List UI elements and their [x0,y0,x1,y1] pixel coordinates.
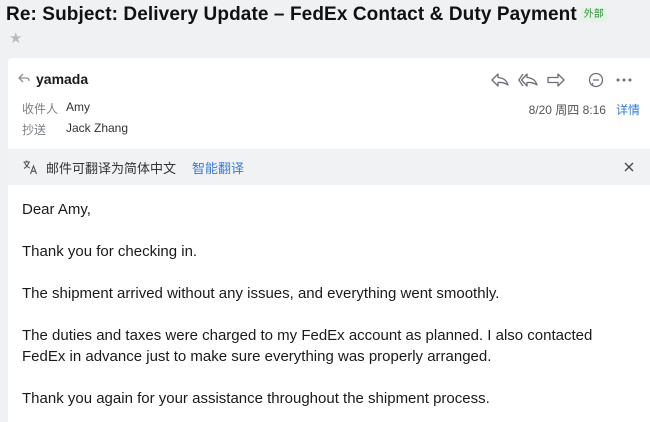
body-paragraph: The duties and taxes were charged to my … [22,327,593,365]
email-reader: Re: Subject: Delivery Update – FedEx Con… [0,0,650,422]
body-paragraph: The shipment arrived without any issues,… [22,285,500,302]
close-icon[interactable] [620,158,638,176]
to-value[interactable]: Amy [66,100,90,117]
date-row: 8/20 周四 8:16 详情 [529,101,640,118]
external-badge: 外部 [580,8,607,22]
chat-icon[interactable] [584,70,608,90]
cc-label: 抄送 [22,123,47,137]
subject-row: Re: Subject: Delivery Update – FedEx Con… [6,2,646,28]
smart-translate-link[interactable]: 智能翻译 [192,158,244,177]
sender-name[interactable]: yamada [36,71,88,87]
translate-icon [22,159,38,175]
body-paragraph: Thank you again for your assistance thro… [22,390,490,407]
email-card: yamada 收件人 Amy 抄送 Jack Zhang 8/20 周四 8:1… [8,58,650,422]
cc-value[interactable]: Jack Zhang [66,121,128,138]
sender-row: yamada [18,71,88,87]
forward-icon[interactable] [544,70,568,90]
star-icon[interactable]: ★ [9,29,22,47]
body-paragraph: Thank you for checking in. [22,243,198,260]
to-row: 收件人 Amy [22,100,90,117]
cc-row: 抄送 Jack Zhang [22,121,128,138]
email-subject: Re: Subject: Delivery Update – FedEx Con… [6,4,577,25]
to-label: 收件人 [22,102,59,116]
email-date: 8/20 周四 8:16 [528,103,606,117]
email-actions [484,70,636,90]
reply-icon[interactable] [488,70,512,90]
email-body: Dear Amy, Thank you for checking in. The… [22,199,637,422]
reply-all-icon[interactable] [516,70,540,90]
translate-prompt: 邮件可翻译为简体中文 [46,160,177,176]
translate-bar: 邮件可翻译为简体中文 智能翻译 [8,149,650,185]
details-link[interactable]: 详情 [616,101,640,118]
more-icon[interactable] [612,70,636,90]
body-paragraph: Dear Amy, [22,201,91,218]
replied-icon [18,72,32,86]
